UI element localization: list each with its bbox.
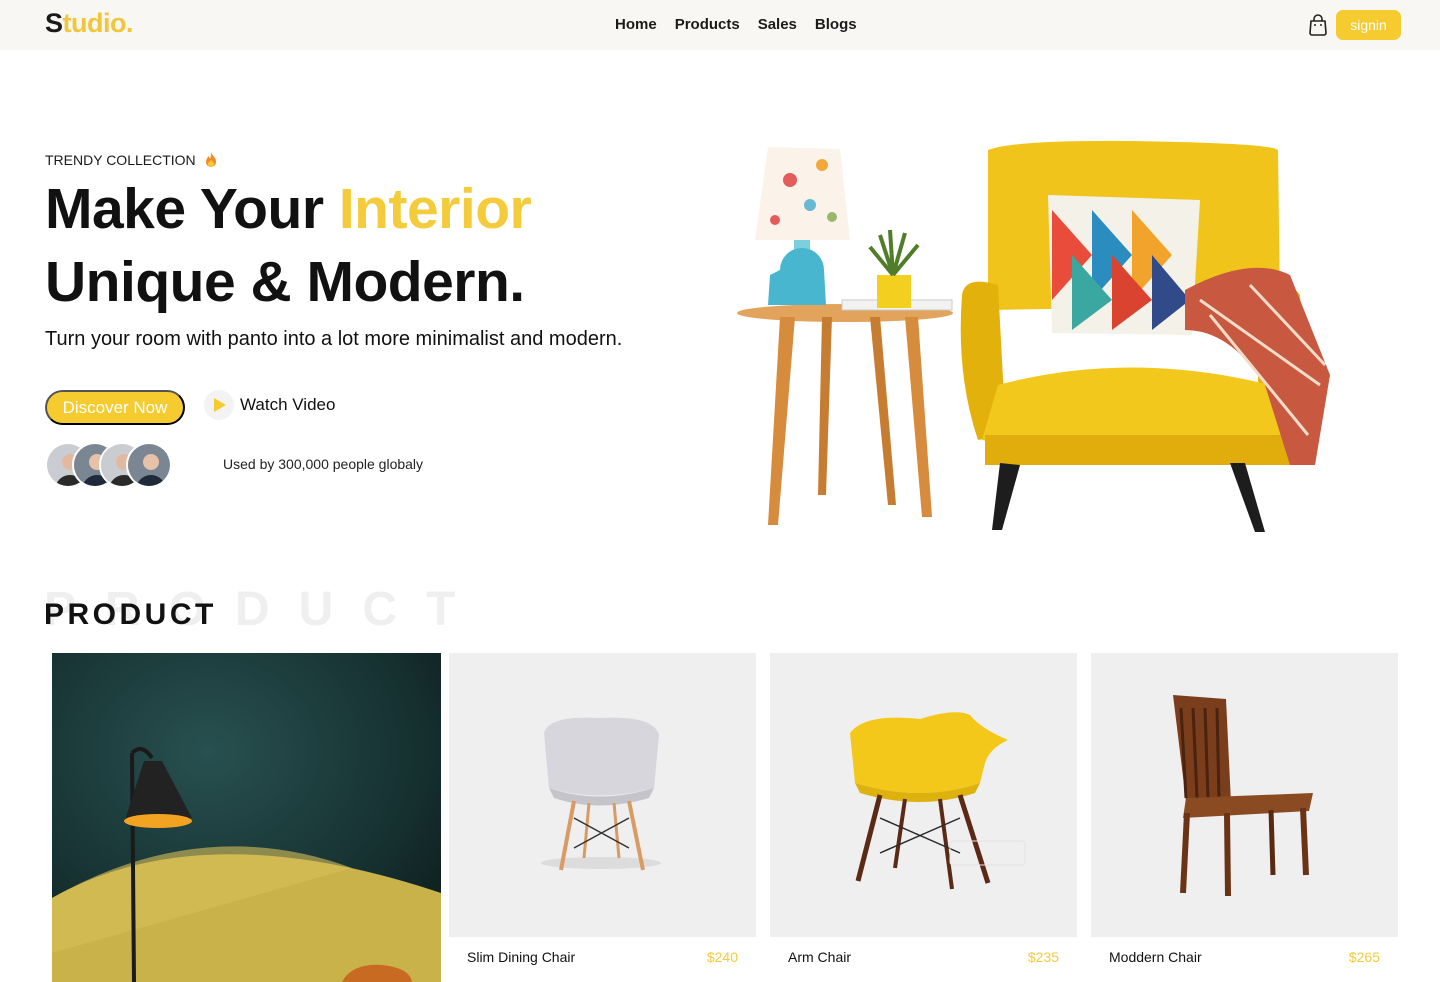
watch-video-button[interactable]: Watch Video — [204, 390, 335, 420]
usage-stat: Used by 300,000 people globaly — [223, 456, 424, 472]
nav-link-products[interactable]: Products — [675, 16, 740, 33]
armchair-hero-image — [737, 140, 1330, 532]
product-card[interactable]: Moddern Chair $265 — [1091, 653, 1398, 982]
hero-title-highlight: Interior — [338, 177, 532, 241]
discover-now-button[interactable]: Discover Now — [45, 390, 185, 425]
nav-link-blogs[interactable]: Blogs — [815, 16, 857, 33]
fire-icon — [205, 152, 216, 167]
hero-eyebrow: TRENDY COLLECTION — [45, 151, 220, 169]
product-name: Moddern Chair — [1109, 949, 1202, 965]
hero-subtitle: Turn your room with panto into a lot mor… — [45, 328, 623, 350]
section-title: PRODUCT — [44, 598, 217, 631]
eyebrow-text: TRENDY COLLECTION — [45, 152, 196, 168]
product-image — [449, 653, 756, 937]
product-price: $240 — [706, 949, 738, 965]
watch-video-label: Watch Video — [240, 395, 336, 414]
top-navbar: Studio. Home Products Sales Blogs signin — [0, 0, 1440, 50]
product-price: $265 — [1348, 949, 1380, 965]
brand-logo[interactable]: Studio. — [45, 8, 134, 39]
product-card[interactable]: Slim Dining Chair $240 — [449, 653, 756, 982]
nav-link-sales[interactable]: Sales — [758, 16, 797, 33]
shopping-bag-icon[interactable] — [1308, 14, 1328, 36]
hero-title-line2: Unique & Modern. — [45, 250, 525, 314]
nav-link-home[interactable]: Home — [615, 16, 657, 33]
product-image — [1091, 653, 1398, 937]
product-name: Slim Dining Chair — [467, 949, 576, 965]
product-name: Arm Chair — [788, 949, 852, 965]
featured-lamp-image[interactable] — [52, 653, 441, 982]
avatar — [126, 442, 172, 488]
product-price: $235 — [1027, 949, 1059, 965]
signin-button[interactable]: signin — [1336, 10, 1401, 40]
main-nav: Home Products Sales Blogs — [615, 16, 857, 33]
play-icon — [204, 390, 234, 420]
hero-title: Make Your Interior Unique & Modern. — [45, 173, 532, 319]
product-card[interactable]: Arm Chair $235 — [770, 653, 1077, 982]
hero-title-a: Make Your — [45, 177, 339, 241]
product-image — [770, 653, 1077, 937]
